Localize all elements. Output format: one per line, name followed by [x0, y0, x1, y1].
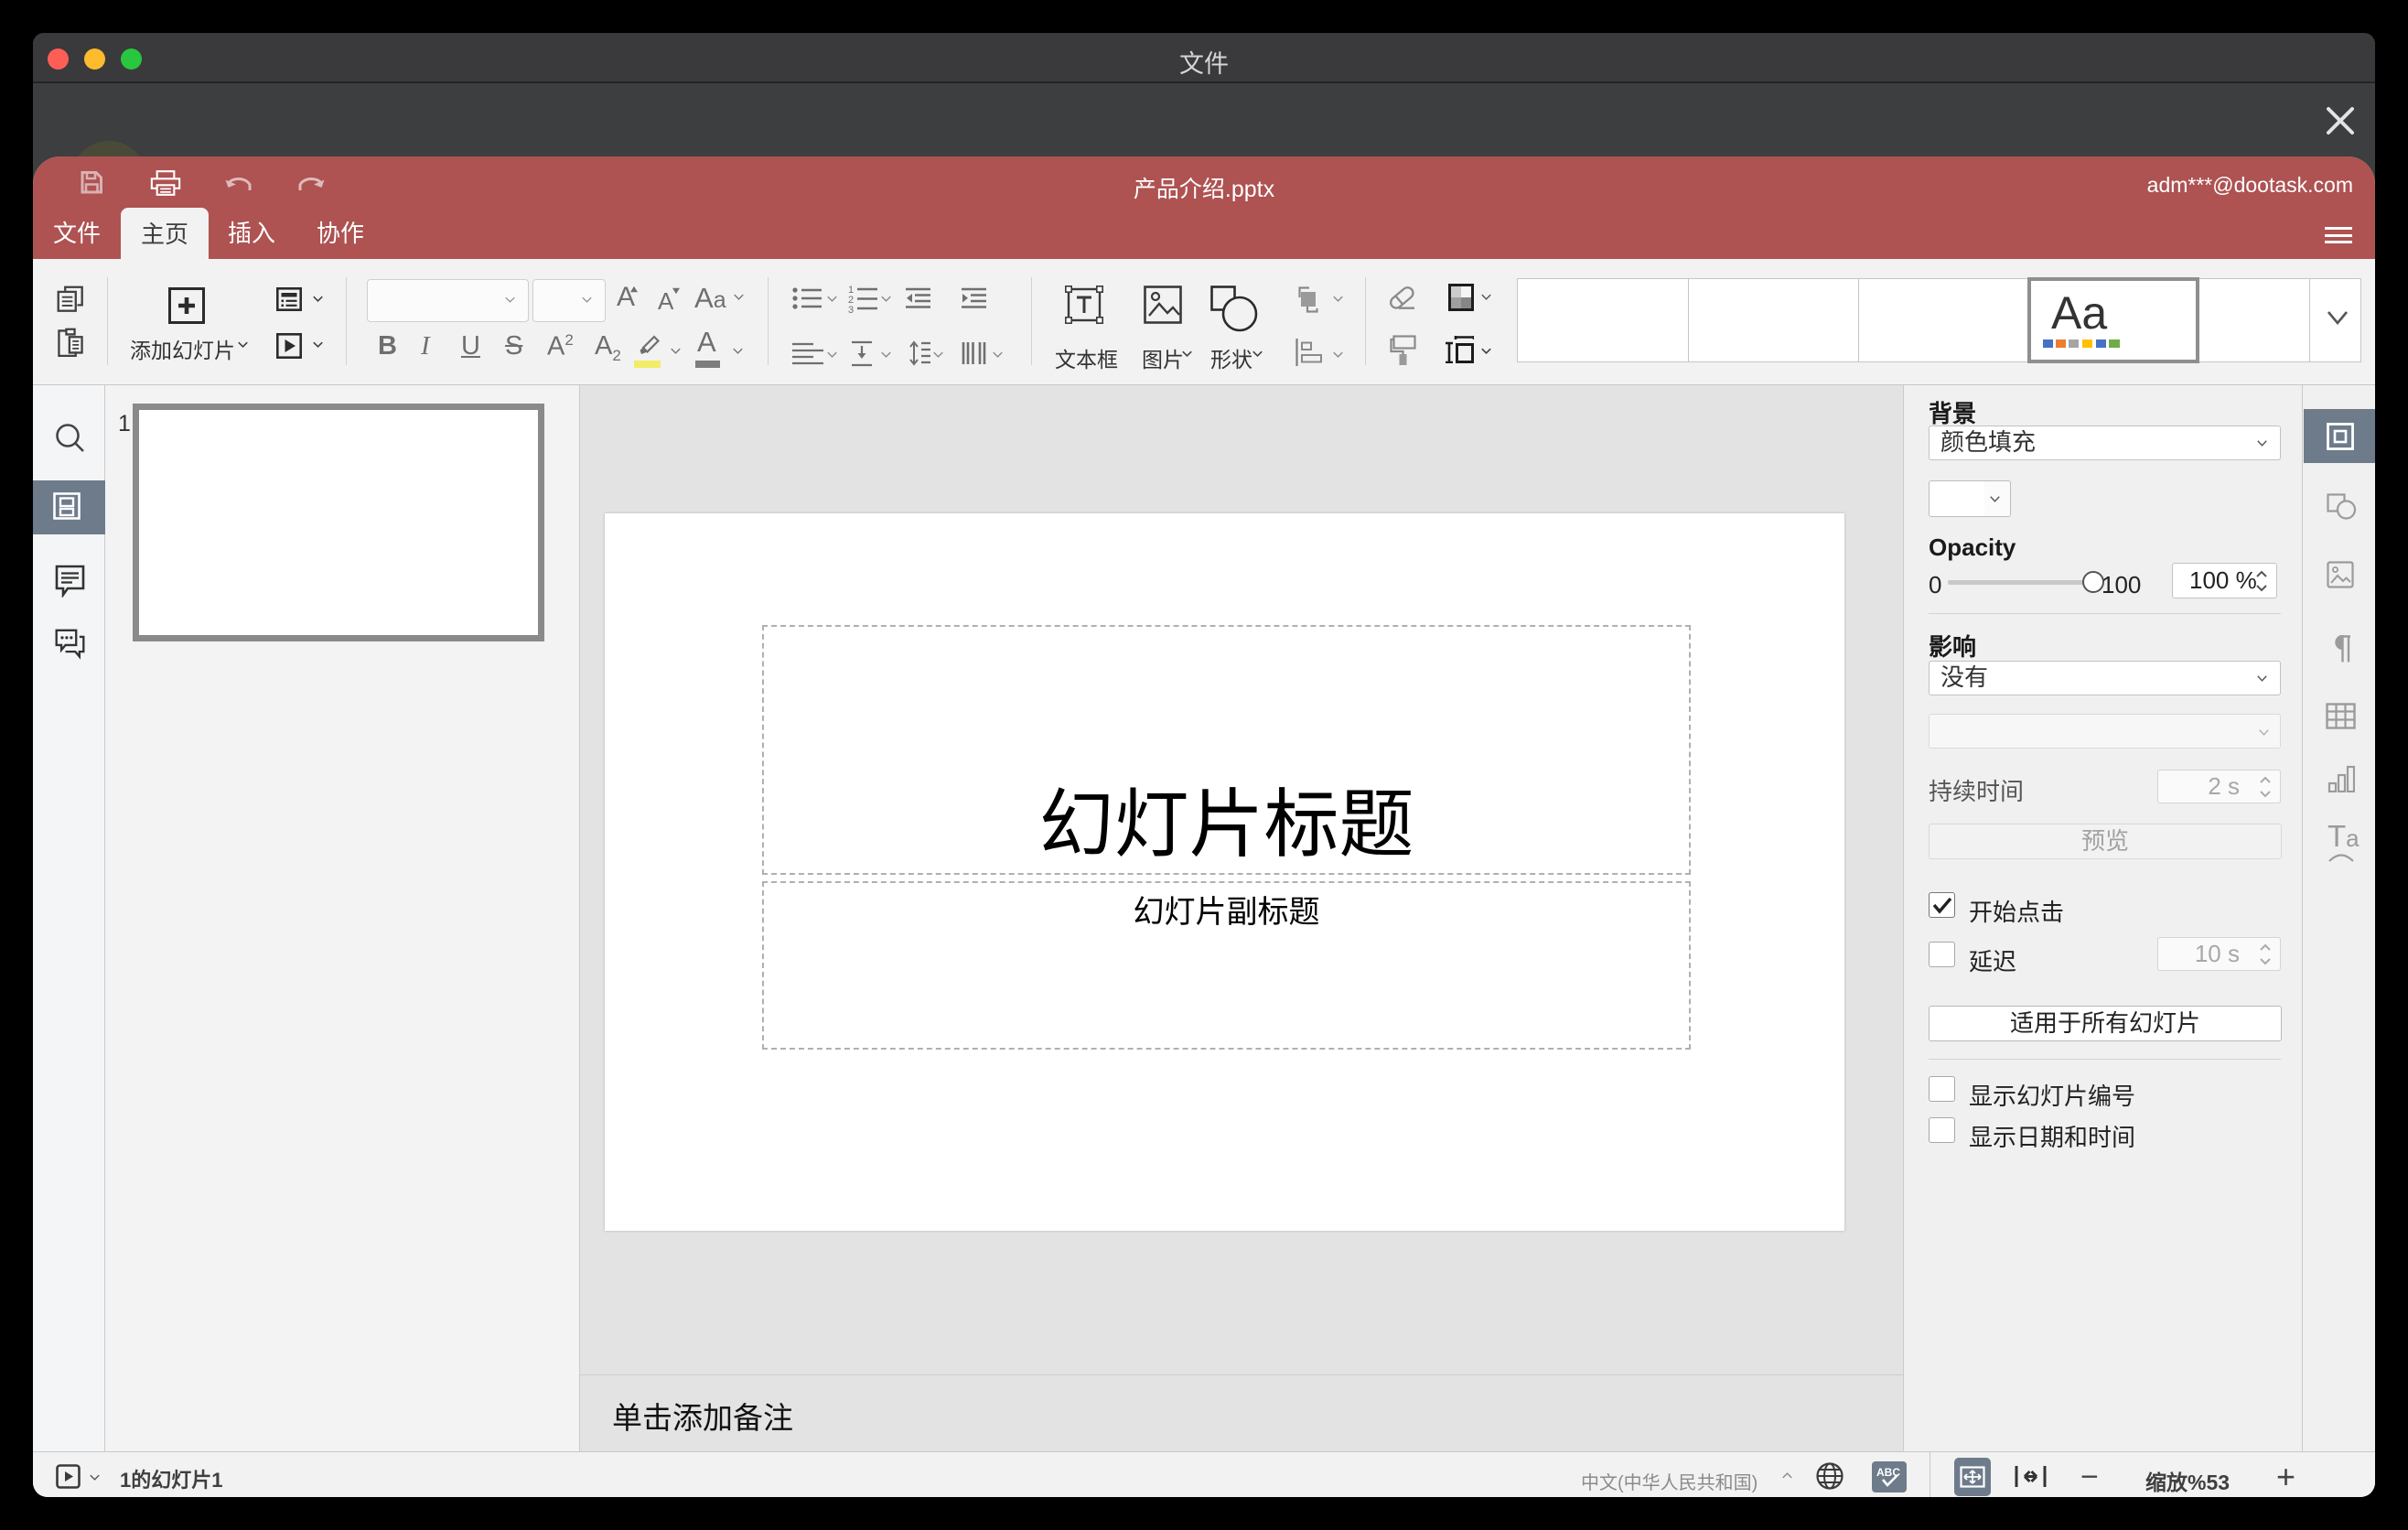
svg-text:3: 3 — [848, 305, 854, 313]
